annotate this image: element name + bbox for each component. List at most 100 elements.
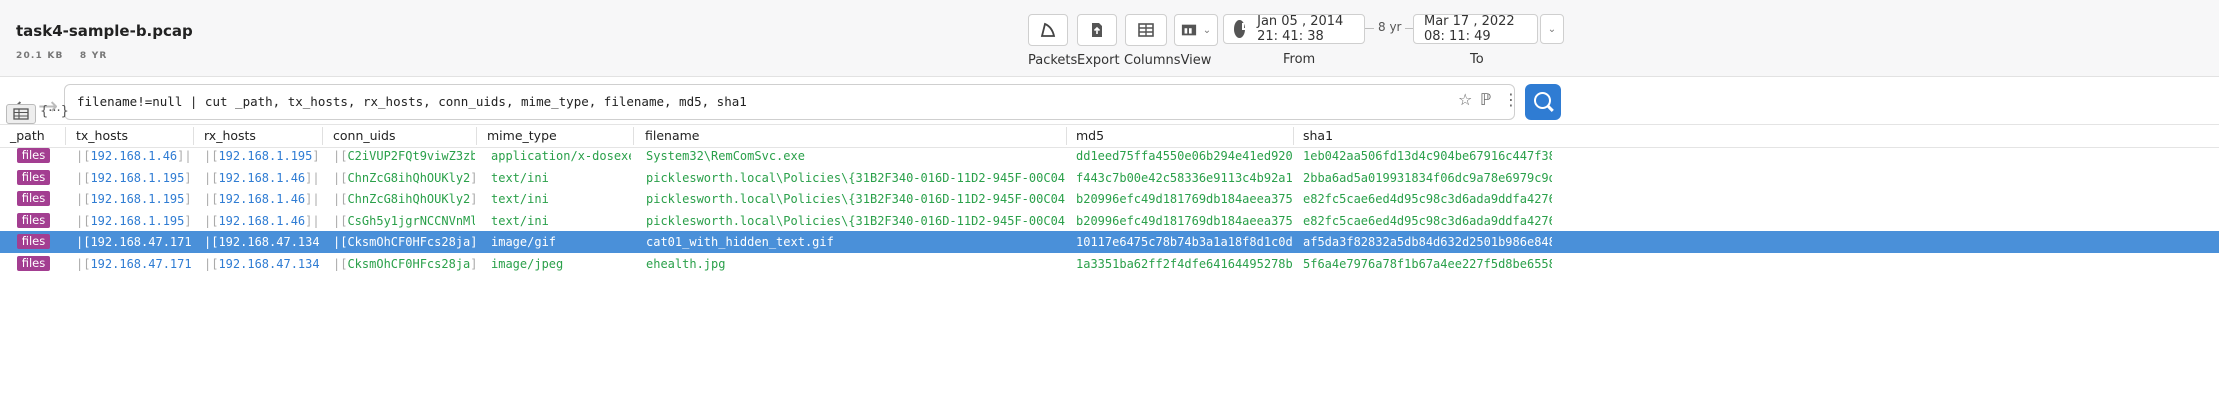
columns-button[interactable] [1125, 14, 1167, 46]
mime-type-cell: image/gif [491, 235, 557, 249]
export-tool[interactable]: Export [1077, 14, 1120, 68]
table-view-toggle[interactable] [6, 104, 36, 124]
md5-cell: dd1eed75ffa4550e06b294e41ed920e9 [1076, 149, 1292, 163]
view-layout-icon [1181, 24, 1196, 36]
conn-uid: ChnZcG8ihQhOUKly2 [347, 171, 471, 185]
column-divider[interactable] [633, 127, 634, 145]
conn-uids-cell: |[CksmOhCF0HFcs28ja]| [333, 257, 475, 271]
tx-hosts-cell: |[192.168.1.195]| [76, 192, 191, 206]
to-label: To [1470, 52, 1484, 67]
filename-cell: System32\RemComSvc.exe [646, 149, 805, 163]
table-icon [13, 108, 29, 120]
time-dropdown-button[interactable]: ⌄ [1540, 14, 1564, 44]
export-file-icon [1092, 23, 1102, 37]
column-header-mime-type[interactable]: mime_type [487, 128, 557, 143]
filename-cell: picklesworth.local\Policies\{31B2F340-01… [646, 171, 1065, 185]
more-vertical-icon[interactable]: ⋮ [1503, 90, 1519, 109]
search-button[interactable] [1525, 84, 1561, 120]
shark-fin-icon [1040, 22, 1056, 37]
conn-uids-cell: |[ChnZcG8ihQhOUKly2]| [333, 192, 475, 206]
to-time-input[interactable]: Mar 17 , 2022 08: 11: 49 [1413, 14, 1538, 44]
time-span-label: 8 yr [1374, 20, 1406, 34]
pin-icon[interactable]: ℙ [1480, 90, 1491, 109]
json-view-toggle[interactable]: {···} [40, 104, 69, 119]
conn-uids-cell: |[C2iVUP2FQt9viwZ3zb]| [333, 149, 475, 163]
packets-tool[interactable]: Packets [1028, 14, 1078, 68]
conn-uids-cell: |[ChnZcG8ihQhOUKly2]| [333, 171, 475, 185]
file-size: 20.1 KB [16, 51, 64, 61]
tx-hosts-cell: |[192.168.1.195]| [76, 214, 191, 228]
path-badge: files [17, 148, 50, 163]
table-row[interactable]: files |[192.168.1.195]| |[192.168.1.46]| |[… [0, 188, 2219, 210]
path-badge: files [17, 234, 50, 249]
view-tool[interactable]: ⌄ View [1174, 14, 1218, 68]
rx-host-ip: 192.168.1.195 [218, 149, 313, 163]
conn-uid: CksmOhCF0HFcs28ja [347, 235, 471, 249]
md5-cell: 1a3351ba62ff2f4dfe64164495278b13 [1076, 257, 1292, 271]
column-divider[interactable] [322, 127, 323, 145]
column-header-path[interactable]: _path [10, 128, 45, 143]
view-button[interactable]: ⌄ [1174, 14, 1218, 46]
tx-hosts-cell: |[192.168.47.171]| [76, 257, 191, 271]
search-input[interactable]: filename!=null | cut _path, tx_hosts, rx… [64, 84, 1515, 120]
tx-host-ip: 192.168.47.171 [90, 257, 191, 271]
packets-button[interactable] [1028, 14, 1068, 46]
chevron-down-icon: ⌄ [1202, 24, 1212, 36]
from-time-value: Jan 05 , 2014 21: 41: 38 [1257, 14, 1344, 44]
rx-host-ip: 192.168.47.134 [218, 257, 320, 271]
column-divider[interactable] [1293, 127, 1294, 145]
mime-type-cell: text/ini [491, 214, 549, 228]
table-row[interactable]: files |[192.168.1.46]| |[192.168.1.195]| |[… [0, 145, 2219, 167]
tx-host-ip: 192.168.1.46 [90, 149, 178, 163]
tx-host-ip: 192.168.1.195 [90, 214, 185, 228]
star-icon[interactable]: ☆ [1458, 90, 1472, 109]
columns-tool[interactable]: Columns [1124, 14, 1181, 68]
filename-cell: cat01_with_hidden_text.gif [646, 235, 834, 249]
export-button[interactable] [1077, 14, 1117, 46]
mime-type-cell: text/ini [491, 192, 549, 206]
sha1-cell: af5da3f82832a5db84d632d2501b986e848d723a [1303, 235, 1552, 249]
table-row[interactable]: files |[192.168.1.195]| |[192.168.1.46]| |[… [0, 210, 2219, 232]
column-header-tx-hosts[interactable]: tx_hosts [76, 128, 128, 143]
conn-uid: C2iVUP2FQt9viwZ3zb [347, 149, 475, 163]
column-header-rx-hosts[interactable]: rx_hosts [204, 128, 256, 143]
rx-hosts-cell: |[192.168.47.134]| [204, 235, 321, 249]
from-label: From [1283, 52, 1316, 67]
header-bar: task4-sample-b.pcap 20.1 KB 8 YR Packets… [0, 0, 2219, 77]
tx-hosts-cell: |[192.168.47.171]| [76, 235, 191, 249]
sha1-cell: e82fc5cae6ed4d95c98c3d6ada9ddfa42760b492 [1303, 214, 1552, 228]
column-divider[interactable] [193, 127, 194, 145]
path-badge: files [17, 170, 50, 185]
to-time-value: Mar 17 , 2022 08: 11: 49 [1424, 14, 1515, 44]
column-header-conn-uids[interactable]: conn_uids [333, 128, 395, 143]
chevron-down-icon: ⌄ [1547, 23, 1557, 35]
tx-host-ip: 192.168.47.171 [90, 235, 191, 249]
tx-host-ip: 192.168.1.195 [90, 192, 185, 206]
md5-cell: 10117e6475c78b74b3a1a18f8d1c0d66 [1076, 235, 1292, 249]
conn-uid: CsGh5y1jgrNCCNVnMl [347, 214, 475, 228]
column-header-sha1[interactable]: sha1 [1303, 128, 1333, 143]
sha1-cell: 2bba6ad5a019931834f06dc9a78e6979c9d85faa [1303, 171, 1552, 185]
mime-type-cell: application/x-dosexec [491, 149, 631, 163]
column-header-filename[interactable]: filename [645, 128, 700, 143]
table-row[interactable]: files |[192.168.47.171]| |[192.168.47.134]… [0, 253, 2219, 275]
mime-type-cell: image/jpeg [491, 257, 564, 271]
sha1-cell: 1eb042aa506fd13d4c904be67916c447f389ab98 [1303, 149, 1552, 163]
file-title: task4-sample-b.pcap [16, 22, 193, 40]
tx-hosts-cell: |[192.168.1.195]| [76, 171, 191, 185]
path-badge: files [17, 213, 50, 228]
packets-label: Packets [1028, 53, 1078, 68]
table-row[interactable]: files |[192.168.47.171]| |[192.168.47.134]… [0, 231, 2219, 253]
conn-uids-cell: |[CsGh5y1jgrNCCNVnMl]| [333, 214, 475, 228]
column-header-md5[interactable]: md5 [1076, 128, 1104, 143]
column-divider[interactable] [65, 127, 66, 145]
rx-hosts-cell: |[192.168.1.46]| [204, 192, 320, 206]
from-time-input[interactable]: Jan 05 , 2014 21: 41: 38 [1223, 14, 1365, 44]
column-divider[interactable] [1066, 127, 1067, 145]
clock-icon [1234, 20, 1248, 38]
conn-uid: ChnZcG8ihQhOUKly2 [347, 192, 471, 206]
table-row[interactable]: files |[192.168.1.195]| |[192.168.1.46]| |[… [0, 167, 2219, 189]
column-divider[interactable] [476, 127, 477, 145]
rx-host-ip: 192.168.1.46 [218, 214, 306, 228]
path-badge: files [17, 191, 50, 206]
